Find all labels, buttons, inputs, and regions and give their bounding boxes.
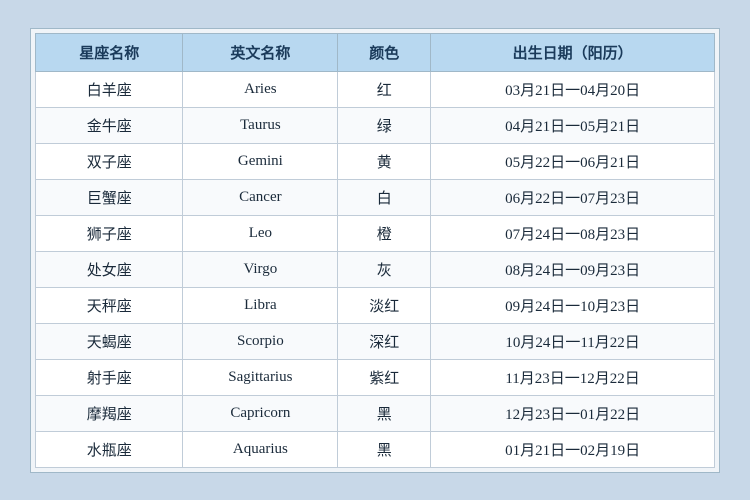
cell-color: 绿 [338, 107, 431, 143]
cell-dates: 05月22日一06月21日 [431, 143, 715, 179]
table-row: 水瓶座Aquarius黑01月21日一02月19日 [36, 431, 715, 467]
cell-english: Sagittarius [183, 359, 338, 395]
cell-chinese: 天蝎座 [36, 323, 183, 359]
cell-chinese: 处女座 [36, 251, 183, 287]
cell-chinese: 摩羯座 [36, 395, 183, 431]
cell-english: Leo [183, 215, 338, 251]
table-row: 双子座Gemini黄05月22日一06月21日 [36, 143, 715, 179]
table-row: 天蝎座Scorpio深红10月24日一11月22日 [36, 323, 715, 359]
cell-dates: 08月24日一09月23日 [431, 251, 715, 287]
cell-color: 白 [338, 179, 431, 215]
cell-dates: 06月22日一07月23日 [431, 179, 715, 215]
cell-english: Aquarius [183, 431, 338, 467]
table-row: 金牛座Taurus绿04月21日一05月21日 [36, 107, 715, 143]
table-row: 巨蟹座Cancer白06月22日一07月23日 [36, 179, 715, 215]
zodiac-table-container: 星座名称 英文名称 颜色 出生日期（阳历） 白羊座Aries红03月21日一04… [30, 28, 720, 473]
table-header-row: 星座名称 英文名称 颜色 出生日期（阳历） [36, 33, 715, 71]
cell-color: 紫红 [338, 359, 431, 395]
cell-color: 黑 [338, 431, 431, 467]
cell-english: Libra [183, 287, 338, 323]
cell-chinese: 双子座 [36, 143, 183, 179]
cell-dates: 09月24日一10月23日 [431, 287, 715, 323]
col-header-chinese: 星座名称 [36, 33, 183, 71]
cell-english: Gemini [183, 143, 338, 179]
table-row: 射手座Sagittarius紫红11月23日一12月22日 [36, 359, 715, 395]
cell-chinese: 射手座 [36, 359, 183, 395]
cell-dates: 01月21日一02月19日 [431, 431, 715, 467]
cell-english: Virgo [183, 251, 338, 287]
cell-chinese: 金牛座 [36, 107, 183, 143]
table-row: 白羊座Aries红03月21日一04月20日 [36, 71, 715, 107]
col-header-dates: 出生日期（阳历） [431, 33, 715, 71]
cell-color: 黑 [338, 395, 431, 431]
cell-dates: 12月23日一01月22日 [431, 395, 715, 431]
cell-english: Taurus [183, 107, 338, 143]
cell-chinese: 白羊座 [36, 71, 183, 107]
cell-dates: 10月24日一11月22日 [431, 323, 715, 359]
table-row: 摩羯座Capricorn黑12月23日一01月22日 [36, 395, 715, 431]
cell-dates: 11月23日一12月22日 [431, 359, 715, 395]
cell-chinese: 巨蟹座 [36, 179, 183, 215]
cell-dates: 04月21日一05月21日 [431, 107, 715, 143]
cell-color: 淡红 [338, 287, 431, 323]
table-row: 天秤座Libra淡红09月24日一10月23日 [36, 287, 715, 323]
cell-chinese: 狮子座 [36, 215, 183, 251]
col-header-color: 颜色 [338, 33, 431, 71]
cell-chinese: 天秤座 [36, 287, 183, 323]
cell-english: Cancer [183, 179, 338, 215]
zodiac-table: 星座名称 英文名称 颜色 出生日期（阳历） 白羊座Aries红03月21日一04… [35, 33, 715, 468]
cell-color: 黄 [338, 143, 431, 179]
cell-color: 红 [338, 71, 431, 107]
cell-chinese: 水瓶座 [36, 431, 183, 467]
cell-color: 橙 [338, 215, 431, 251]
cell-color: 灰 [338, 251, 431, 287]
col-header-english: 英文名称 [183, 33, 338, 71]
cell-color: 深红 [338, 323, 431, 359]
table-row: 狮子座Leo橙07月24日一08月23日 [36, 215, 715, 251]
cell-english: Capricorn [183, 395, 338, 431]
cell-english: Scorpio [183, 323, 338, 359]
table-row: 处女座Virgo灰08月24日一09月23日 [36, 251, 715, 287]
cell-dates: 07月24日一08月23日 [431, 215, 715, 251]
cell-english: Aries [183, 71, 338, 107]
cell-dates: 03月21日一04月20日 [431, 71, 715, 107]
